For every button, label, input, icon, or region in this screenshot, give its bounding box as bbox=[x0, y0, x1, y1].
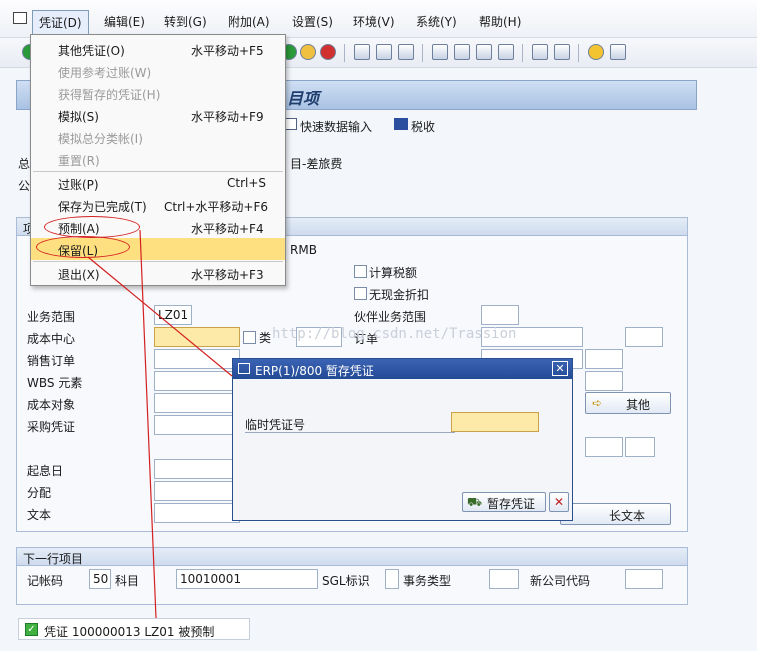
annotation-lines bbox=[87, 229, 233, 619]
